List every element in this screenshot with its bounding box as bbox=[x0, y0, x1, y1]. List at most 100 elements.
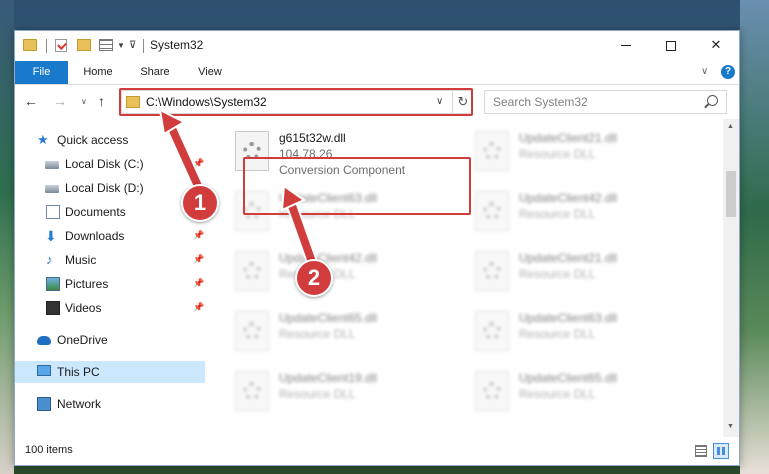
this-pc-icon bbox=[37, 365, 51, 376]
sidebar-item-label: Local Disk (D:) bbox=[65, 181, 144, 195]
file-name: UpdateClient42.dll bbox=[279, 251, 378, 265]
scroll-down-icon[interactable]: ▼ bbox=[727, 423, 734, 430]
pin-icon[interactable]: 📌 bbox=[193, 278, 204, 289]
onedrive-icon bbox=[37, 336, 51, 345]
sidebar-item-local-disk-c[interactable]: Local Disk (C:) 📌 bbox=[15, 153, 205, 175]
downloads-icon: ⬇ bbox=[45, 228, 57, 244]
sidebar-item-label: Quick access bbox=[57, 133, 129, 147]
tab-home[interactable]: Home bbox=[73, 61, 123, 84]
file-item[interactable]: UpdateClient21.dll Resource DLL bbox=[471, 245, 701, 301]
dll-file-icon bbox=[235, 251, 269, 291]
close-button[interactable]: ✕ bbox=[693, 31, 739, 61]
desktop-left-edge bbox=[0, 0, 14, 474]
file-item[interactable]: UpdateClient63.dll Resource DLL bbox=[471, 305, 701, 361]
gear-icon bbox=[483, 322, 501, 340]
search-input[interactable]: Search System32 bbox=[484, 90, 727, 114]
address-highlight-box bbox=[119, 88, 473, 116]
customize-toolbar-icon[interactable]: ⊽ bbox=[129, 40, 136, 51]
gear-icon bbox=[243, 382, 261, 400]
sidebar-item-label: Local Disk (C:) bbox=[65, 157, 144, 171]
dll-file-icon bbox=[235, 371, 269, 411]
scroll-up-icon[interactable]: ▲ bbox=[727, 123, 734, 130]
file-highlight-box bbox=[243, 157, 471, 215]
file-item[interactable]: UpdateClient42.dll Resource DLL bbox=[471, 185, 701, 241]
documents-icon bbox=[46, 205, 60, 219]
file-item[interactable]: UpdateClient65.dll Resource DLL bbox=[471, 365, 701, 421]
pin-icon[interactable]: 📌 bbox=[193, 302, 204, 313]
pictures-icon bbox=[46, 277, 60, 291]
sidebar-item-label: Music bbox=[65, 253, 97, 267]
pin-icon[interactable]: 📌 bbox=[193, 158, 204, 169]
search-icon[interactable] bbox=[707, 95, 718, 106]
file-name: UpdateClient65.dll bbox=[519, 371, 618, 385]
expand-ribbon-icon[interactable]: ∨ bbox=[701, 66, 708, 77]
file-description: Resource DLL bbox=[279, 387, 356, 401]
new-folder-icon[interactable] bbox=[77, 39, 91, 51]
item-count: 100 items bbox=[25, 444, 73, 456]
file-explorer-window: ▼ ⊽ System32 ✕ File Home Share View ∨ ? … bbox=[14, 30, 740, 466]
large-icons-view-icon[interactable] bbox=[713, 443, 729, 459]
forward-arrow-icon[interactable]: → bbox=[53, 93, 67, 109]
sidebar-item-label: Videos bbox=[65, 301, 102, 315]
pin-icon[interactable]: 📌 bbox=[193, 230, 204, 241]
dll-file-icon bbox=[475, 191, 509, 231]
sidebar-item-pictures[interactable]: Pictures 📌 bbox=[15, 273, 205, 295]
minimize-button[interactable] bbox=[603, 31, 649, 61]
sidebar-item-label: This PC bbox=[57, 365, 100, 379]
navigation-pane: ★ Quick access Local Disk (C:) 📌 Local D… bbox=[15, 119, 205, 437]
sidebar-item-documents[interactable]: Documents bbox=[15, 201, 205, 223]
file-description: Resource DLL bbox=[279, 327, 356, 341]
window-title: System32 bbox=[150, 38, 204, 52]
drive-icon bbox=[45, 185, 59, 193]
tab-file[interactable]: File bbox=[15, 61, 68, 84]
file-name: UpdateClient42.dll bbox=[519, 191, 618, 205]
file-item[interactable]: UpdateClient42.dll Resource DLL bbox=[231, 245, 461, 301]
view-toggle-icon[interactable] bbox=[99, 39, 113, 51]
sidebar-item-label: OneDrive bbox=[57, 333, 108, 347]
file-name: UpdateClient19.dll bbox=[279, 371, 378, 385]
sidebar-item-quick-access[interactable]: ★ Quick access bbox=[15, 129, 205, 151]
maximize-button[interactable] bbox=[648, 31, 694, 61]
search-placeholder: Search System32 bbox=[493, 95, 588, 109]
sidebar-item-this-pc[interactable]: This PC bbox=[15, 361, 205, 383]
sidebar-item-music[interactable]: ♪ Music 📌 bbox=[15, 249, 205, 271]
file-item[interactable]: UpdateClient19.dll Resource DLL bbox=[231, 365, 461, 421]
back-arrow-icon[interactable]: ← bbox=[24, 93, 38, 109]
pin-icon[interactable]: 📌 bbox=[193, 254, 204, 265]
star-icon: ★ bbox=[37, 132, 49, 147]
file-item[interactable]: UpdateClient65.dll Resource DLL bbox=[231, 305, 461, 361]
tab-view[interactable]: View bbox=[187, 61, 233, 84]
details-view-icon[interactable] bbox=[695, 445, 707, 457]
vertical-scrollbar[interactable]: ▲ ▼ bbox=[723, 119, 739, 437]
minimize-icon bbox=[621, 45, 631, 47]
tab-share[interactable]: Share bbox=[131, 61, 179, 84]
network-icon bbox=[37, 397, 51, 411]
gear-icon bbox=[483, 262, 501, 280]
properties-icon[interactable] bbox=[55, 39, 67, 52]
sidebar-item-downloads[interactable]: ⬇ Downloads 📌 bbox=[15, 225, 205, 247]
maximize-icon bbox=[666, 40, 676, 51]
desktop-right-edge bbox=[740, 0, 769, 474]
toolbar-separator bbox=[143, 39, 144, 53]
scrollbar-thumb[interactable] bbox=[726, 171, 736, 217]
sidebar-item-label: Documents bbox=[65, 205, 126, 219]
up-arrow-icon[interactable]: ↑ bbox=[98, 93, 105, 109]
sidebar-item-videos[interactable]: Videos 📌 bbox=[15, 297, 205, 319]
gear-icon bbox=[483, 142, 501, 160]
title-bar: ▼ ⊽ System32 ✕ bbox=[15, 31, 739, 61]
chevron-down-icon[interactable]: ▼ bbox=[117, 41, 125, 50]
sidebar-item-label: Network bbox=[57, 397, 102, 411]
file-description: Resource DLL bbox=[519, 207, 596, 221]
file-name: g615t32w.dll bbox=[279, 131, 346, 145]
help-icon[interactable]: ? bbox=[721, 65, 735, 79]
step-2-badge: 2 bbox=[295, 259, 333, 297]
sidebar-item-onedrive[interactable]: OneDrive bbox=[15, 329, 205, 351]
sidebar-item-local-disk-d[interactable]: Local Disk (D:) bbox=[15, 177, 205, 199]
dll-file-icon bbox=[475, 311, 509, 351]
file-item[interactable]: UpdateClient21.dll Resource DLL bbox=[471, 125, 701, 181]
recent-locations-icon[interactable]: ∨ bbox=[81, 97, 87, 106]
file-list: g615t32w.dll 104.78.26 Conversion Compon… bbox=[207, 119, 723, 437]
gear-icon bbox=[483, 382, 501, 400]
sidebar-item-network[interactable]: Network bbox=[15, 393, 205, 415]
navigation-bar: ← → ∨ ↑ C:\Windows\System32 ∨ ↻ Search S… bbox=[15, 86, 739, 118]
